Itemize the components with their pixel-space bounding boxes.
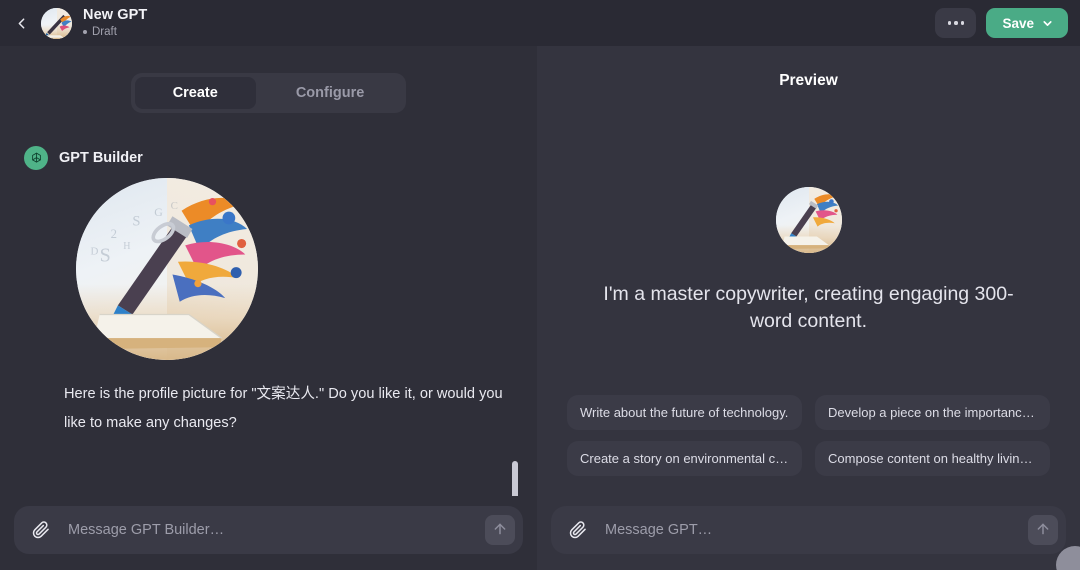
status-label: Draft	[92, 26, 117, 38]
paperclip-icon[interactable]	[565, 517, 591, 543]
suggestion-chip[interactable]: Write about the future of technology.	[567, 395, 802, 430]
builder-pane: Create Configure GPT Builder S 2 H S G C…	[0, 46, 537, 570]
chevron-down-icon	[1041, 17, 1054, 30]
suggestion-chip-label: Write about the future of technology.	[580, 405, 789, 420]
status-badge: Draft	[83, 25, 147, 39]
save-button[interactable]: Save	[986, 8, 1068, 38]
suggestion-chip-label: Develop a piece on the importance…	[828, 405, 1037, 420]
builder-message-input[interactable]	[54, 522, 485, 538]
arrow-up-icon	[1035, 521, 1051, 540]
tab-configure[interactable]: Configure	[258, 77, 402, 109]
generated-profile-picture[interactable]: S 2 H S G C D	[76, 178, 258, 360]
pen-artwork-small	[41, 7, 72, 39]
ellipsis-icon	[960, 21, 965, 25]
preview-pane: Preview I'm a master copywriter, creatin…	[537, 46, 1080, 570]
header-avatar	[41, 7, 72, 39]
svg-text:G: G	[154, 205, 163, 219]
suggestion-chip[interactable]: Compose content on healthy living…	[815, 441, 1050, 476]
ellipsis-icon	[954, 21, 958, 25]
left-composer-wrap	[0, 496, 537, 570]
header-actions: Save	[935, 8, 1068, 38]
svg-text:D: D	[91, 245, 99, 257]
preview-gpt-avatar	[775, 187, 842, 253]
suggestion-chip-label: Compose content on healthy living…	[828, 451, 1037, 466]
main-body: Create Configure GPT Builder S 2 H S G C…	[0, 46, 1080, 570]
pen-artwork-medium	[775, 187, 842, 253]
preview-send-button[interactable]	[1028, 515, 1058, 545]
preview-composer	[551, 506, 1066, 554]
right-composer-wrap	[537, 496, 1080, 570]
preview-title: Preview	[779, 72, 838, 89]
gpt-builder-window: New GPT Draft Save Create Configure GPT …	[0, 0, 1080, 570]
chevron-left-icon	[13, 15, 30, 32]
app-header: New GPT Draft Save	[0, 0, 1080, 46]
svg-text:S: S	[100, 245, 111, 267]
svg-text:2: 2	[111, 227, 117, 241]
builder-send-button[interactable]	[485, 515, 515, 545]
ellipsis-icon	[947, 21, 952, 25]
preview-message-input[interactable]	[591, 522, 1028, 538]
page-title: New GPT	[83, 7, 148, 23]
svg-text:C: C	[171, 200, 178, 212]
svg-text:S: S	[132, 213, 140, 229]
arrow-up-icon	[492, 521, 508, 540]
builder-composer	[14, 506, 523, 554]
status-dot-icon	[83, 30, 87, 34]
chat-scrollbar[interactable]	[512, 461, 518, 496]
suggestion-chips: Write about the future of technology. De…	[567, 395, 1050, 476]
preview-description: I'm a master copywriter, creating engagi…	[603, 283, 1014, 332]
builder-name-label: GPT Builder	[59, 150, 143, 166]
tab-create[interactable]: Create	[134, 77, 256, 109]
suggestion-chip[interactable]: Develop a piece on the importance…	[815, 395, 1050, 430]
suggestion-chip[interactable]: Create a story on environmental co…	[567, 441, 802, 476]
chat-scroll-area[interactable]: GPT Builder S 2 H S G C D Here is the pr…	[0, 113, 537, 496]
back-button[interactable]	[6, 8, 36, 38]
builder-header: GPT Builder	[24, 146, 513, 170]
builder-message-text: Here is the profile picture for "文案达人." …	[64, 386, 503, 431]
gpt-builder-avatar	[24, 146, 48, 170]
suggestion-chip-label: Create a story on environmental co…	[580, 451, 789, 466]
openai-logo-icon	[29, 151, 44, 166]
svg-text:H: H	[123, 241, 130, 252]
preview-content: I'm a master copywriter, creating engagi…	[537, 90, 1080, 496]
paperclip-icon[interactable]	[28, 517, 54, 543]
more-options-button[interactable]	[935, 8, 977, 38]
save-button-label: Save	[1002, 15, 1034, 31]
header-titles: New GPT Draft	[83, 7, 147, 39]
pen-artwork-large: S 2 H S G C D	[76, 178, 258, 360]
tabs-row: Create Configure	[0, 46, 537, 113]
tab-group: Create Configure	[130, 73, 407, 113]
builder-message-block: S 2 H S G C D Here is the profile pictur…	[24, 178, 513, 438]
